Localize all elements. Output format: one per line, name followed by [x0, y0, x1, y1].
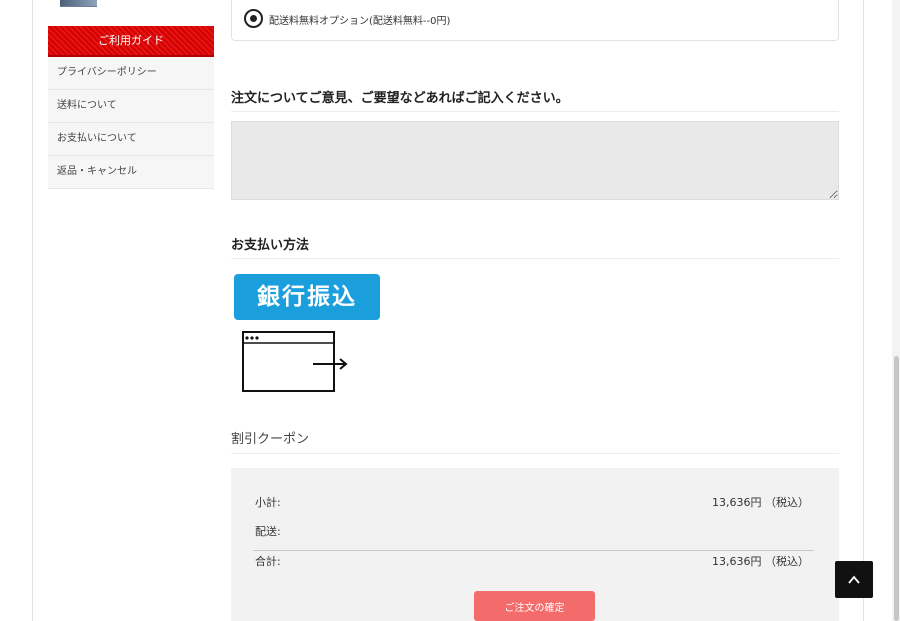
content-border-left [32, 0, 33, 621]
shipping-fee-label: 配送: [255, 525, 281, 538]
browser-window-arrow-icon[interactable] [241, 330, 351, 398]
coupon-toggle[interactable]: 割引クーポン [231, 428, 839, 454]
summary-divider [253, 550, 814, 551]
order-summary: 小計: 13,636円 （税込） 配送: 合計: 13,636円 （税込） ご注… [231, 468, 839, 621]
total-label: 合計: [255, 555, 281, 568]
guide-item-returns[interactable]: 返品・キャンセル [48, 156, 214, 189]
page-scrollbar-thumb[interactable] [894, 356, 899, 621]
guide-header: ご利用ガイド [48, 26, 214, 57]
comments-title: 注文についてご意見、ご要望などあればご記入ください。 [231, 87, 839, 112]
shipping-option-label[interactable]: 配送料無料オプション(配送料無料--0円) [269, 12, 450, 27]
guide-item-privacy[interactable]: プライバシーポリシー [48, 57, 214, 90]
payment-title: お支払い方法 [231, 234, 839, 259]
subtotal-label: 小計: [255, 496, 281, 509]
guide-menu: プライバシーポリシー 送料について お支払いについて 返品・キャンセル [48, 57, 214, 189]
shipping-option-box: 配送料無料オプション(配送料無料--0円) [231, 0, 839, 41]
subtotal-value: 13,636円 （税込） [712, 496, 809, 509]
checkout-page: ご利用ガイド プライバシーポリシー 送料について お支払いについて 返品・キャン… [0, 0, 900, 621]
chevron-up-icon [848, 575, 860, 584]
back-to-top-button[interactable] [835, 561, 873, 598]
guide-item-shipping[interactable]: 送料について [48, 90, 214, 123]
total-value: 13,636円 （税込） [712, 555, 809, 568]
bank-transfer-button[interactable]: 銀行振込 [234, 274, 380, 320]
content-border-right [863, 0, 864, 621]
shipping-radio[interactable] [244, 9, 263, 28]
guide-item-payment[interactable]: お支払いについて [48, 123, 214, 156]
sidebar-banner-image[interactable] [60, 0, 97, 7]
confirm-order-button[interactable]: ご注文の確定 [474, 591, 595, 621]
comments-textarea[interactable] [231, 121, 839, 200]
